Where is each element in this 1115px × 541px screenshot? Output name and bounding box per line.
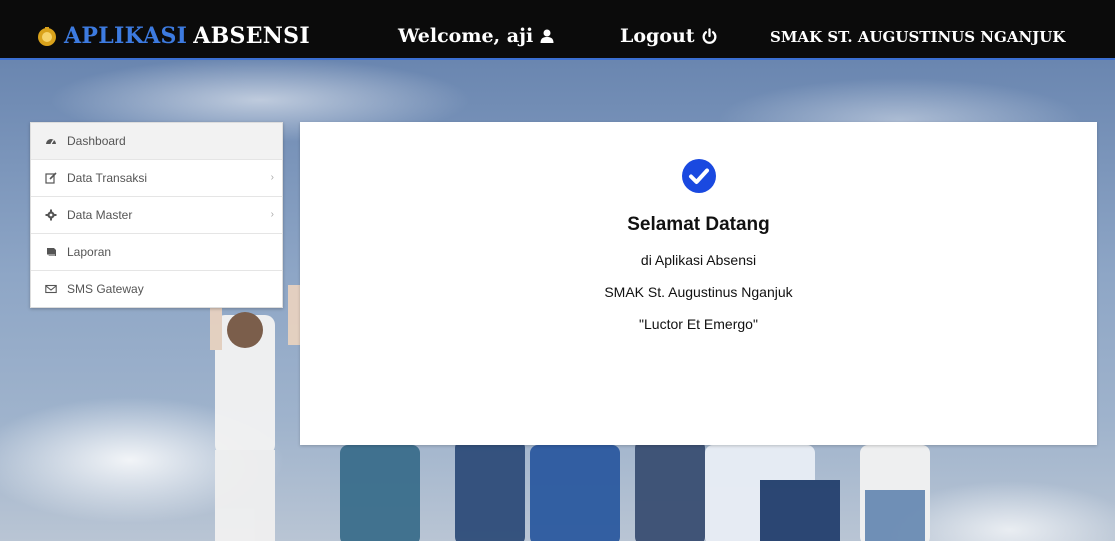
dashboard-icon [46, 139, 56, 145]
logout-link[interactable]: Logout [620, 25, 718, 47]
edit-icon [45, 172, 57, 184]
chevron-right-icon: › [270, 209, 274, 220]
welcome-user[interactable]: Welcome, aji [398, 25, 555, 47]
sidebar-item-data-master[interactable]: Data Master › [31, 197, 282, 234]
logout-label: Logout [620, 25, 695, 47]
sidebar-item-sms-gateway[interactable]: SMS Gateway [31, 271, 282, 307]
sidebar-item-data-transaksi[interactable]: Data Transaksi › [31, 160, 282, 197]
power-icon [702, 27, 717, 44]
brand[interactable]: APLIKASI ABSENSI [36, 21, 310, 51]
check-circle-icon [682, 159, 716, 193]
school-logo-icon [38, 27, 56, 46]
welcome-line-motto: "Luctor Et Emergo" [639, 316, 758, 332]
user-icon [540, 29, 554, 43]
gear-icon [45, 209, 57, 221]
school-name: SMAK ST. AUGUSTINUS NGANJUK [770, 28, 1066, 46]
sidebar-item-label: Dashboard [67, 134, 126, 148]
sidebar-item-label: Laporan [67, 245, 112, 259]
top-navbar: APLIKASI ABSENSI Welcome, aji Logout SMA… [0, 0, 1115, 60]
chevron-right-icon: › [270, 172, 274, 183]
welcome-panel: Selamat Datang di Aplikasi Absensi SMAK … [300, 122, 1097, 445]
envelope-icon [45, 284, 57, 294]
sidebar-item-label: SMS Gateway [67, 282, 144, 296]
welcome-title: Selamat Datang [627, 214, 770, 235]
welcome-line-school: SMAK St. Augustinus Nganjuk [604, 284, 793, 300]
sidebar-item-label: Data Transaksi [67, 171, 148, 185]
book-icon [47, 248, 56, 256]
sidebar-menu: Dashboard Data Transaksi › Data Master ›… [30, 122, 283, 308]
brand-title-part2: ABSENSI [193, 23, 310, 49]
sidebar-item-laporan[interactable]: Laporan [31, 234, 282, 271]
sidebar-item-dashboard[interactable]: Dashboard [31, 123, 282, 160]
sidebar-item-label: Data Master [67, 208, 133, 222]
welcome-line-app: di Aplikasi Absensi [640, 252, 757, 268]
welcome-label: Welcome, aji [398, 25, 534, 47]
brand-title-part1: APLIKASI [64, 23, 188, 49]
